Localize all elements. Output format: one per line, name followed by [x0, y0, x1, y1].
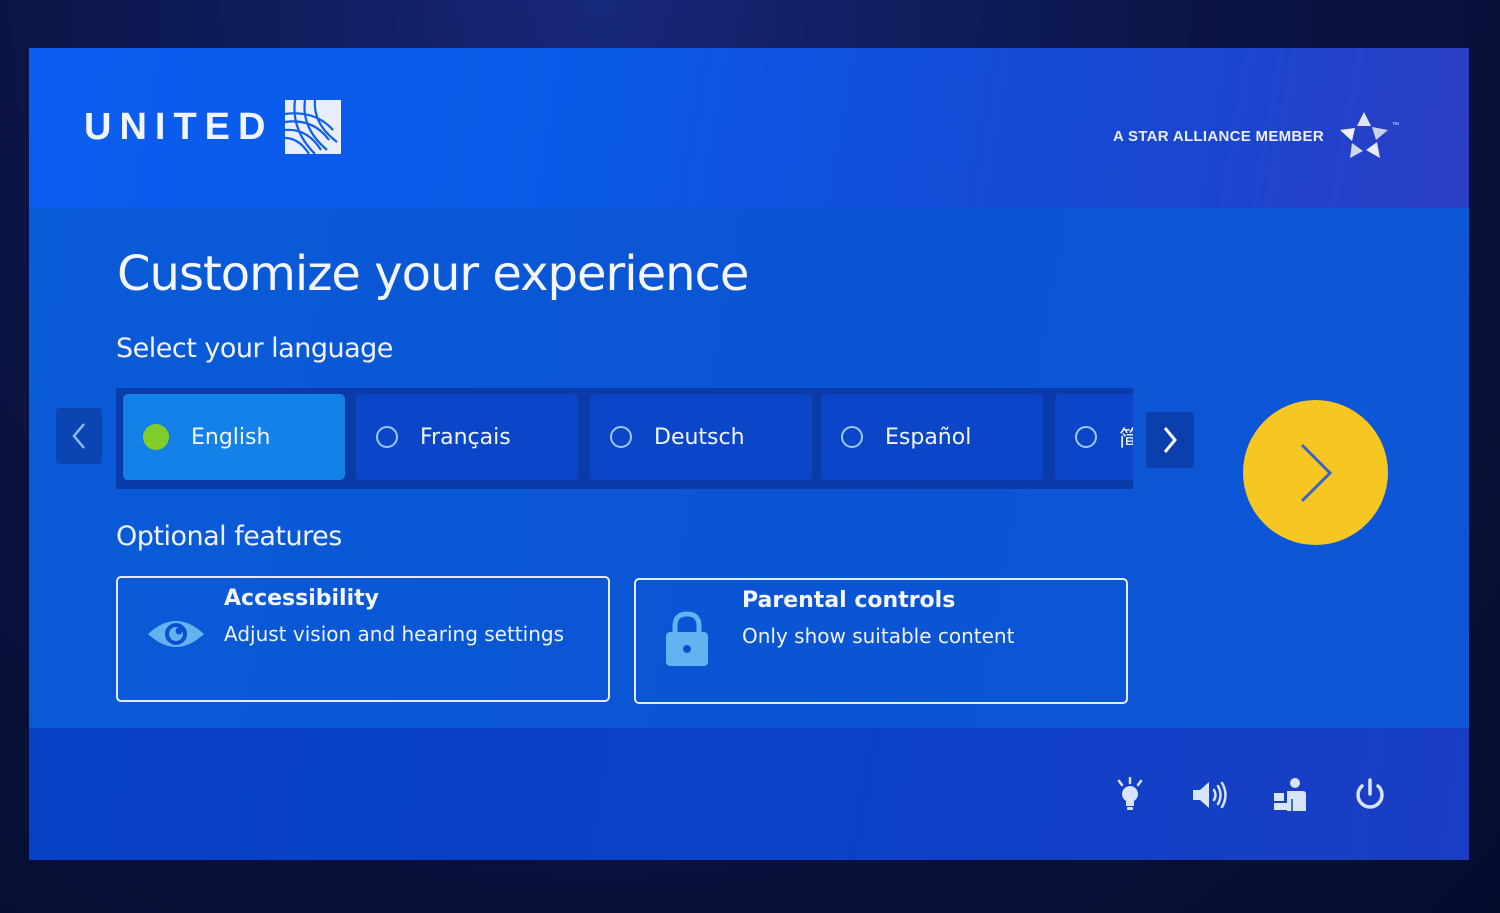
- parental-controls-card[interactable]: Parental controls Only show suitable con…: [634, 578, 1128, 704]
- lock-icon: [666, 611, 708, 666]
- page-title: Customize your experience: [117, 246, 749, 302]
- volume-icon: [1193, 781, 1227, 809]
- reading-light-button[interactable]: [1111, 776, 1149, 814]
- footer-controls: [1111, 776, 1389, 814]
- language-heading: Select your language: [116, 333, 393, 364]
- light-icon: [1117, 777, 1143, 810]
- radio-icon: [610, 426, 632, 448]
- language-label: English: [191, 424, 271, 450]
- globe-icon: [285, 100, 342, 154]
- language-option-espanol[interactable]: Español: [821, 394, 1043, 480]
- feature-title: Accessibility: [224, 586, 379, 611]
- radio-icon: [376, 426, 398, 448]
- eye-icon: [148, 621, 204, 647]
- language-option-english[interactable]: English: [123, 394, 345, 480]
- brand-name: UNITED: [84, 105, 274, 148]
- radio-selected-icon: [143, 424, 169, 450]
- volume-button[interactable]: [1191, 776, 1229, 814]
- language-option-chinese[interactable]: 简: [1055, 394, 1133, 480]
- language-prev-button[interactable]: [56, 408, 102, 464]
- header: UNITED A STAR ALLIANCE MEMBER ™: [29, 48, 1469, 208]
- star-alliance-badge: A STAR ALLIANCE MEMBER ™: [1113, 110, 1399, 162]
- trademark: ™: [1392, 122, 1399, 129]
- seatback-screen: UNITED A STAR ALLIANCE MEMBER ™ Customiz…: [29, 48, 1469, 860]
- attendant-call-button[interactable]: [1271, 776, 1309, 814]
- power-icon: [1356, 778, 1384, 809]
- chevron-right-icon: [1300, 443, 1332, 502]
- feature-title: Parental controls: [742, 588, 956, 613]
- radio-icon: [841, 426, 863, 448]
- feature-description: Adjust vision and hearing settings: [224, 622, 564, 646]
- language-label: Deutsch: [654, 424, 745, 450]
- language-label: Français: [420, 424, 511, 450]
- accessibility-card[interactable]: Accessibility Adjust vision and hearing …: [116, 576, 610, 702]
- language-label: 简: [1119, 427, 1133, 452]
- language-option-francais[interactable]: Français: [356, 394, 578, 480]
- united-logo: UNITED: [84, 100, 342, 154]
- attendant-call-icon: [1274, 778, 1306, 811]
- language-label: Español: [885, 424, 972, 450]
- footer-bar: [29, 728, 1469, 860]
- optional-features-heading: Optional features: [116, 521, 342, 552]
- alliance-text: A STAR ALLIANCE MEMBER: [1112, 127, 1324, 145]
- main-panel: Customize your experience Select your la…: [29, 208, 1469, 728]
- star-alliance-icon: [1340, 112, 1388, 158]
- language-next-button[interactable]: [1146, 412, 1194, 468]
- language-carousel: English Français Deutsch Español 简: [116, 388, 1133, 489]
- feature-description: Only show suitable content: [742, 624, 1015, 648]
- language-option-deutsch[interactable]: Deutsch: [590, 394, 812, 480]
- chevron-right-icon: [1163, 427, 1177, 453]
- radio-icon: [1075, 426, 1097, 448]
- power-button[interactable]: [1351, 776, 1389, 814]
- chevron-left-icon: [72, 423, 85, 449]
- continue-button[interactable]: [1243, 400, 1388, 545]
